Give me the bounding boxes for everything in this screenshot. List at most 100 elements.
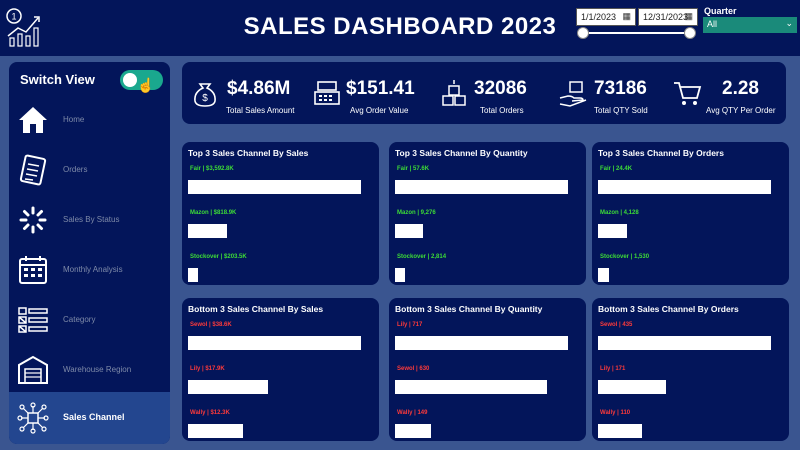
hand-cursor-icon: ☝	[137, 77, 155, 93]
sidebar-item-label: Sales By Status	[63, 215, 120, 224]
sidebar-item-orders[interactable]: Orders	[9, 146, 170, 196]
sidebar-item-sales-channel[interactable]: Sales Channel	[9, 392, 170, 444]
channel-bar[interactable]	[598, 424, 642, 438]
channel-label: Stockover | 1,530	[600, 254, 650, 260]
sales-channel-card: Top 3 Sales Channel By Orders Fair | 24.4…	[592, 142, 789, 285]
channel-bar[interactable]	[395, 424, 431, 438]
channel-label: Wally | 110	[600, 410, 631, 416]
channel-bar[interactable]	[188, 180, 361, 194]
kpi-label: Total QTY Sold	[594, 106, 648, 115]
sidebar-item-category[interactable]: Category	[9, 296, 170, 346]
sidebar-item-warehouse-region[interactable]: Warehouse Region	[9, 346, 170, 396]
network-icon	[17, 402, 49, 434]
kpi-value: $4.86M	[227, 78, 291, 99]
quarter-dropdown[interactable]: All ⌄	[703, 17, 797, 33]
channel-label: Wally | 149	[397, 410, 428, 416]
calendar-icon	[19, 256, 47, 284]
channel-label: Stockover | $203.5K	[190, 254, 247, 260]
channel-bar[interactable]	[395, 180, 568, 194]
kpi-bar: $ $4.86M Total Sales Amount $151.41 Avg …	[182, 62, 786, 124]
channel-label: Sewol | 435	[600, 322, 633, 328]
kpi-value: 73186	[594, 78, 647, 99]
category-list-icon	[18, 307, 48, 333]
sales-channel-card: Top 3 Sales Channel By Sales Fair | $3,59…	[182, 142, 379, 285]
channel-bar[interactable]	[188, 336, 361, 350]
cart-icon	[674, 82, 702, 105]
channel-label: Sewol | 630	[397, 366, 430, 372]
card-title: Bottom 3 Sales Channel By Quantity	[395, 304, 543, 314]
toggle-knob	[123, 73, 137, 87]
date-slider-end-handle[interactable]	[684, 27, 696, 39]
quarter-selected-value: All	[707, 19, 718, 29]
channel-label: Lily | 171	[600, 366, 626, 372]
channel-bar[interactable]	[395, 268, 405, 282]
channel-bar[interactable]	[188, 380, 268, 394]
channel-bar[interactable]	[188, 224, 227, 238]
card-title: Top 3 Sales Channel By Sales	[188, 148, 309, 158]
sales-channel-card: Top 3 Sales Channel By Quantity Fair | 57…	[389, 142, 586, 285]
hand-box-icon	[559, 81, 587, 107]
channel-label: Fair | 24.4K	[600, 166, 633, 172]
channel-label: Mazon | 4,128	[600, 210, 639, 216]
sidebar-item-sales-by-status[interactable]: Sales By Status	[9, 196, 170, 246]
kpi-label: Total Sales Amount	[226, 106, 295, 115]
warehouse-icon	[18, 355, 48, 384]
channel-bar[interactable]	[395, 380, 547, 394]
channel-bar[interactable]	[188, 268, 198, 282]
header-bar: 1 SALES DASHBOARD 2023 1/1/2023 ▦ 12/31/…	[0, 0, 800, 56]
kpi-value: $151.41	[346, 78, 415, 99]
channel-bar[interactable]	[598, 268, 609, 282]
money-bag-icon: $	[194, 83, 216, 107]
svg-text:$: $	[202, 93, 208, 104]
card-title: Bottom 3 Sales Channel By Sales	[188, 304, 324, 314]
channel-label: Wally | $12.3K	[190, 410, 230, 416]
calendar-icon[interactable]: ▦	[684, 11, 693, 22]
sidebar-item-label: Warehouse Region	[63, 365, 132, 374]
sidebar-item-monthly-analysis[interactable]: Monthly Analysis	[9, 246, 170, 296]
channel-bar[interactable]	[598, 180, 771, 194]
sales-channel-card: Bottom 3 Sales Channel By Sales Sewol | $…	[182, 298, 379, 441]
start-date-input[interactable]: 1/1/2023 ▦	[576, 8, 636, 26]
quarter-label: Quarter	[704, 6, 737, 16]
end-date-value: 12/31/2023	[643, 12, 689, 22]
sidebar-item-label: Category	[63, 315, 96, 324]
sales-channel-card: Bottom 3 Sales Channel By Quantity Lily |…	[389, 298, 586, 441]
start-date-value: 1/1/2023	[581, 12, 617, 22]
sidebar-item-home[interactable]: Home	[9, 96, 170, 146]
channel-label: Mazon | 9,276	[397, 210, 436, 216]
sidebar-item-label: Monthly Analysis	[63, 265, 123, 274]
sidebar-item-label: Orders	[63, 165, 88, 174]
switch-view-label: Switch View	[20, 72, 95, 87]
date-slider-start-handle[interactable]	[577, 27, 589, 39]
card-title: Bottom 3 Sales Channel By Orders	[598, 304, 739, 314]
kpi-label: Avg QTY Per Order	[706, 106, 776, 115]
sidebar: Switch View ☝ Home Orders Sales By Statu…	[9, 62, 170, 444]
kpi-label: Avg Order Value	[350, 106, 409, 115]
home-icon	[19, 107, 47, 133]
kpi-label: Total Orders	[480, 106, 524, 115]
channel-label: Fair | 57.6K	[397, 166, 430, 172]
end-date-input[interactable]: 12/31/2023 ▦	[638, 8, 698, 26]
sales-channel-card: Bottom 3 Sales Channel By Orders Sewol | …	[592, 298, 789, 441]
channel-bar[interactable]	[395, 336, 568, 350]
status-spinner-icon	[19, 206, 47, 234]
boxes-icon	[442, 80, 466, 106]
card-title: Top 3 Sales Channel By Orders	[598, 148, 724, 158]
channel-bar[interactable]	[188, 424, 243, 438]
kpi-value: 32086	[474, 78, 527, 99]
channel-bar[interactable]	[395, 224, 423, 238]
calendar-icon[interactable]: ▦	[622, 11, 631, 22]
channel-bar[interactable]	[598, 224, 627, 238]
sidebar-item-label: Sales Channel	[63, 412, 125, 422]
channel-bar[interactable]	[598, 380, 666, 394]
channel-label: Fair | $3,592.8K	[190, 166, 234, 172]
sidebar-item-label: Home	[63, 115, 85, 124]
channel-label: Stockover | 2,814	[397, 254, 447, 260]
channel-label: Lily | 717	[397, 322, 423, 328]
cash-register-icon	[314, 81, 340, 105]
chevron-down-icon: ⌄	[785, 18, 793, 28]
channel-label: Sewol | $38.6K	[190, 322, 232, 328]
channel-bar[interactable]	[598, 336, 771, 350]
channel-label: Mazon | $818.9K	[190, 210, 237, 216]
date-range-slider[interactable]	[582, 32, 692, 34]
